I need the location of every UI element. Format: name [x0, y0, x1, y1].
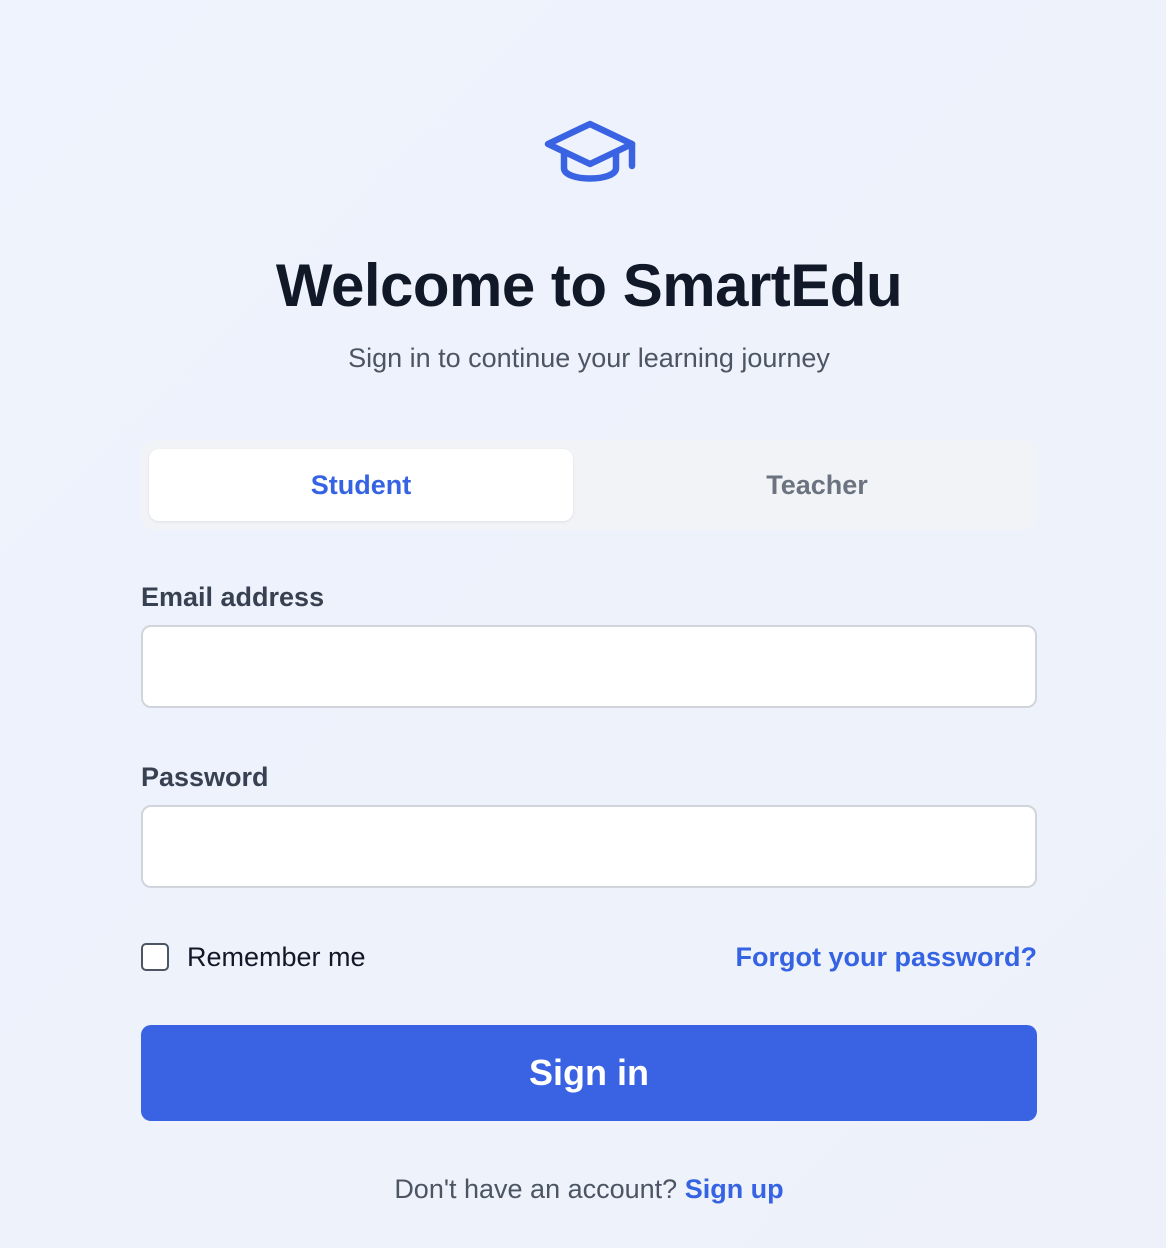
- tab-student[interactable]: Student: [149, 449, 573, 521]
- sign-up-link[interactable]: Sign up: [685, 1174, 784, 1204]
- forgot-password-link[interactable]: Forgot your password?: [735, 940, 1037, 974]
- remember-me: Remember me: [141, 940, 366, 974]
- page-title: Welcome to SmartEdu: [275, 252, 903, 319]
- login-page: Welcome to SmartEdu Sign in to continue …: [141, 0, 1037, 1248]
- remember-me-label[interactable]: Remember me: [187, 942, 366, 973]
- email-field[interactable]: [141, 625, 1037, 708]
- signup-prompt: Don't have an account? Sign up: [141, 1172, 1037, 1206]
- password-label: Password: [141, 762, 269, 792]
- password-field[interactable]: [141, 805, 1037, 888]
- sign-in-button[interactable]: Sign in: [141, 1025, 1037, 1121]
- page-subtitle: Sign in to continue your learning journe…: [348, 343, 830, 373]
- remember-me-checkbox[interactable]: [141, 943, 169, 971]
- tab-teacher[interactable]: Teacher: [605, 449, 1029, 521]
- email-label: Email address: [141, 582, 325, 612]
- graduation-cap-icon: [544, 118, 636, 188]
- role-tabs: Student Teacher: [141, 440, 1037, 530]
- signup-prompt-text: Don't have an account?: [394, 1174, 678, 1204]
